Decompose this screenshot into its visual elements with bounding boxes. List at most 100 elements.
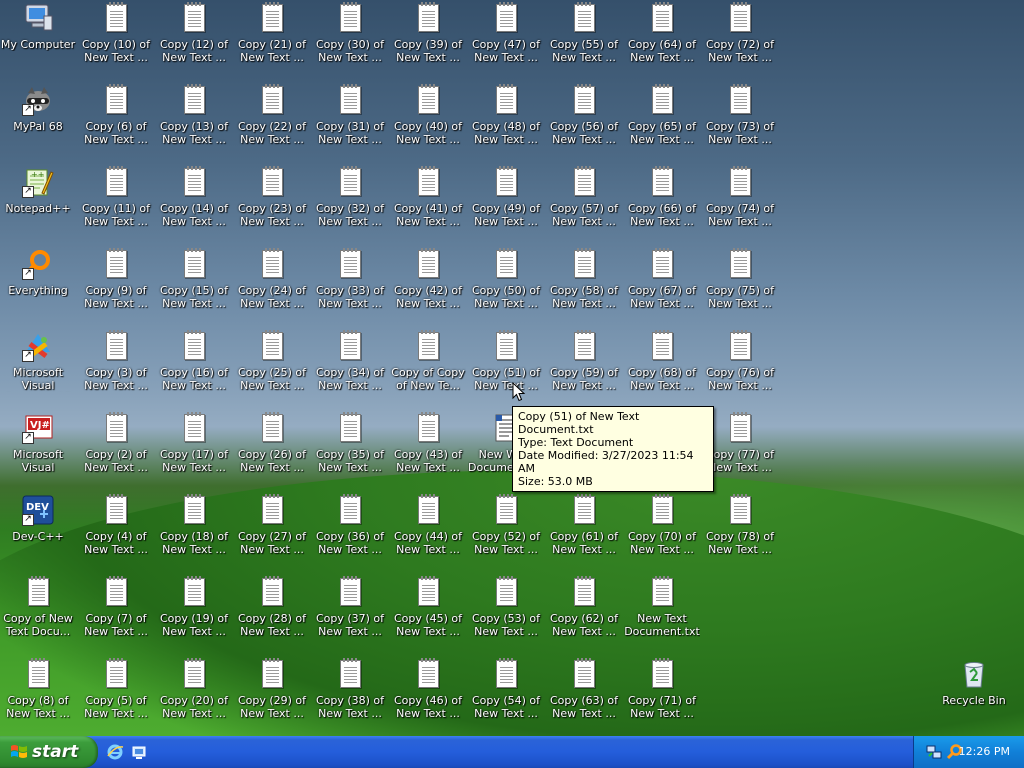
desktop-file-icon[interactable]: Copy (78) of New Text ... bbox=[702, 494, 778, 566]
desktop-file-icon[interactable]: New Text Document.txt bbox=[624, 576, 700, 648]
desktop-file-icon[interactable]: Copy (56) of New Text ... bbox=[546, 84, 622, 156]
desktop-file-icon[interactable]: Copy (40) of New Text ... bbox=[390, 84, 466, 156]
desktop-file-icon[interactable]: Copy (68) of New Text ... bbox=[624, 330, 700, 402]
desktop-file-icon[interactable]: Copy (74) of New Text ... bbox=[702, 166, 778, 238]
desktop-file-icon[interactable]: Copy (43) of New Text ... bbox=[390, 412, 466, 484]
desktop-shortcut-icon[interactable]: ↗ Microsoft Visual Studio 2005 bbox=[0, 330, 76, 402]
desktop-file-icon[interactable]: Copy (22) of New Text ... bbox=[234, 84, 310, 156]
desktop-file-icon[interactable]: Copy (45) of New Text ... bbox=[390, 576, 466, 648]
desktop: My Computer Copy (10) of New Text ... Copy… bbox=[0, 0, 1024, 736]
desktop-shortcut-icon[interactable]: ↗ MyPal 68 bbox=[0, 84, 76, 156]
desktop-file-icon[interactable]: Copy (47) of New Text ... bbox=[468, 2, 544, 74]
desktop-file-icon[interactable]: Copy (62) of New Text ... bbox=[546, 576, 622, 648]
desktop-file-icon[interactable]: Copy (4) of New Text ... bbox=[78, 494, 154, 566]
desktop-file-icon[interactable]: Copy (61) of New Text ... bbox=[546, 494, 622, 566]
desktop-file-icon[interactable]: Copy (3) of New Text ... bbox=[78, 330, 154, 402]
desktop-file-icon[interactable]: Copy (38) of New Text ... bbox=[312, 658, 388, 730]
desktop-file-icon[interactable]: Copy (26) of New Text ... bbox=[234, 412, 310, 484]
desktop-file-icon[interactable]: Copy (16) of New Text ... bbox=[156, 330, 232, 402]
desktop-file-icon[interactable]: Copy (18) of New Text ... bbox=[156, 494, 232, 566]
desktop-file-icon[interactable]: Copy (53) of New Text ... bbox=[468, 576, 544, 648]
desktop-file-icon[interactable]: Copy (48) of New Text ... bbox=[468, 84, 544, 156]
desktop-file-icon[interactable]: Copy (75) of New Text ... bbox=[702, 248, 778, 320]
desktop-file-icon[interactable]: Copy (37) of New Text ... bbox=[312, 576, 388, 648]
desktop-file-icon[interactable]: Copy (7) of New Text ... bbox=[78, 576, 154, 648]
desktop-file-icon[interactable]: Copy of New Text Docu... bbox=[0, 576, 76, 648]
desktop-file-icon[interactable]: Copy of Copy of New Te... bbox=[390, 330, 466, 402]
desktop-file-icon[interactable]: Copy (52) of New Text ... bbox=[468, 494, 544, 566]
desktop-file-icon[interactable]: Copy (2) of New Text ... bbox=[78, 412, 154, 484]
desktop-file-icon[interactable]: Copy (9) of New Text ... bbox=[78, 248, 154, 320]
desktop-file-icon[interactable]: Copy (67) of New Text ... bbox=[624, 248, 700, 320]
desktop-file-icon[interactable]: Copy (20) of New Text ... bbox=[156, 658, 232, 730]
desktop-file-icon[interactable]: Copy (21) of New Text ... bbox=[234, 2, 310, 74]
desktop-icon-label: Copy (64) of New Text ... bbox=[627, 38, 697, 64]
desktop-shortcut-icon[interactable]: ↗ Everything bbox=[0, 248, 76, 320]
desktop-file-icon[interactable]: Copy (46) of New Text ... bbox=[390, 658, 466, 730]
desktop-file-icon[interactable]: Copy (30) of New Text ... bbox=[312, 2, 388, 74]
desktop-file-icon[interactable]: Copy (25) of New Text ... bbox=[234, 330, 310, 402]
desktop-file-icon[interactable]: Copy (76) of New Text ... bbox=[702, 330, 778, 402]
desktop-file-icon[interactable]: Copy (50) of New Text ... bbox=[468, 248, 544, 320]
desktop-file-icon[interactable]: Copy (24) of New Text ... bbox=[234, 248, 310, 320]
show-desktop-icon[interactable] bbox=[130, 743, 148, 761]
desktop-file-icon[interactable]: Copy (64) of New Text ... bbox=[624, 2, 700, 74]
desktop-file-icon[interactable]: Copy (71) of New Text ... bbox=[624, 658, 700, 730]
desktop-file-icon[interactable]: Copy (29) of New Text ... bbox=[234, 658, 310, 730]
desktop-file-icon[interactable]: Copy (63) of New Text ... bbox=[546, 658, 622, 730]
text-document-icon bbox=[418, 330, 439, 360]
desktop-shortcut-icon[interactable]: ++ ↗ Notepad++ bbox=[0, 166, 76, 238]
desktop-file-icon[interactable]: Copy (39) of New Text ... bbox=[390, 2, 466, 74]
desktop-icon-label: Copy of Copy of New Te... bbox=[391, 366, 465, 392]
network-icon[interactable] bbox=[926, 744, 942, 760]
desktop-shortcut-icon[interactable]: My Computer bbox=[0, 2, 76, 74]
desktop-file-icon[interactable]: Copy (70) of New Text ... bbox=[624, 494, 700, 566]
desktop-file-icon[interactable]: Copy (6) of New Text ... bbox=[78, 84, 154, 156]
text-document-icon bbox=[574, 248, 595, 278]
desktop-file-icon[interactable]: Copy (73) of New Text ... bbox=[702, 84, 778, 156]
desktop-shortcut-icon[interactable]: DEV ↗ Dev-C++ bbox=[0, 494, 76, 566]
text-document-icon bbox=[496, 330, 517, 360]
ie-icon[interactable] bbox=[106, 743, 124, 761]
desktop-file-icon[interactable]: Copy (44) of New Text ... bbox=[390, 494, 466, 566]
desktop-icon-label: Copy (26) of New Text ... bbox=[237, 448, 307, 474]
desktop-shortcut-icon[interactable]: VJ#↗ Microsoft Visual J# 2005 Exp... bbox=[0, 412, 76, 484]
text-document-icon bbox=[262, 2, 283, 32]
desktop-file-icon[interactable]: Copy (19) of New Text ... bbox=[156, 576, 232, 648]
desktop-file-icon[interactable]: Copy (23) of New Text ... bbox=[234, 166, 310, 238]
recycle-bin[interactable]: Recycle Bin bbox=[936, 658, 1012, 730]
desktop-file-icon[interactable]: Copy (51) of New Text ... bbox=[468, 330, 544, 402]
desktop-file-icon[interactable]: Copy (65) of New Text ... bbox=[624, 84, 700, 156]
desktop-file-icon[interactable]: Copy (33) of New Text ... bbox=[312, 248, 388, 320]
desktop-file-icon[interactable]: Copy (72) of New Text ... bbox=[702, 2, 778, 74]
clock[interactable]: 12:26 PM bbox=[959, 745, 1010, 758]
desktop-file-icon[interactable]: Copy (41) of New Text ... bbox=[390, 166, 466, 238]
desktop-file-icon[interactable]: Copy (13) of New Text ... bbox=[156, 84, 232, 156]
desktop-file-icon[interactable]: Copy (12) of New Text ... bbox=[156, 2, 232, 74]
desktop-file-icon[interactable]: Copy (59) of New Text ... bbox=[546, 330, 622, 402]
desktop-file-icon[interactable]: Copy (32) of New Text ... bbox=[312, 166, 388, 238]
desktop-icon-label: Copy (51) of New Text ... bbox=[471, 366, 541, 392]
desktop-file-icon[interactable]: Copy (55) of New Text ... bbox=[546, 2, 622, 74]
desktop-file-icon[interactable]: Copy (34) of New Text ... bbox=[312, 330, 388, 402]
desktop-file-icon[interactable]: Copy (5) of New Text ... bbox=[78, 658, 154, 730]
desktop-file-icon[interactable]: Copy (15) of New Text ... bbox=[156, 248, 232, 320]
desktop-file-icon[interactable]: Copy (11) of New Text ... bbox=[78, 166, 154, 238]
desktop-file-icon[interactable]: Copy (28) of New Text ... bbox=[234, 576, 310, 648]
desktop-file-icon[interactable]: Copy (10) of New Text ... bbox=[78, 2, 154, 74]
text-document-icon bbox=[418, 576, 439, 606]
start-button[interactable]: start bbox=[0, 736, 98, 768]
desktop-file-icon[interactable]: Copy (42) of New Text ... bbox=[390, 248, 466, 320]
desktop-file-icon[interactable]: Copy (8) of New Text ... bbox=[0, 658, 76, 730]
desktop-file-icon[interactable]: Copy (27) of New Text ... bbox=[234, 494, 310, 566]
desktop-file-icon[interactable]: Copy (35) of New Text ... bbox=[312, 412, 388, 484]
desktop-file-icon[interactable]: Copy (66) of New Text ... bbox=[624, 166, 700, 238]
desktop-file-icon[interactable]: Copy (58) of New Text ... bbox=[546, 248, 622, 320]
desktop-file-icon[interactable]: Copy (36) of New Text ... bbox=[312, 494, 388, 566]
desktop-file-icon[interactable]: Copy (54) of New Text ... bbox=[468, 658, 544, 730]
desktop-file-icon[interactable]: Copy (49) of New Text ... bbox=[468, 166, 544, 238]
desktop-file-icon[interactable]: Copy (31) of New Text ... bbox=[312, 84, 388, 156]
desktop-file-icon[interactable]: Copy (57) of New Text ... bbox=[546, 166, 622, 238]
desktop-file-icon[interactable]: Copy (17) of New Text ... bbox=[156, 412, 232, 484]
desktop-file-icon[interactable]: Copy (14) of New Text ... bbox=[156, 166, 232, 238]
